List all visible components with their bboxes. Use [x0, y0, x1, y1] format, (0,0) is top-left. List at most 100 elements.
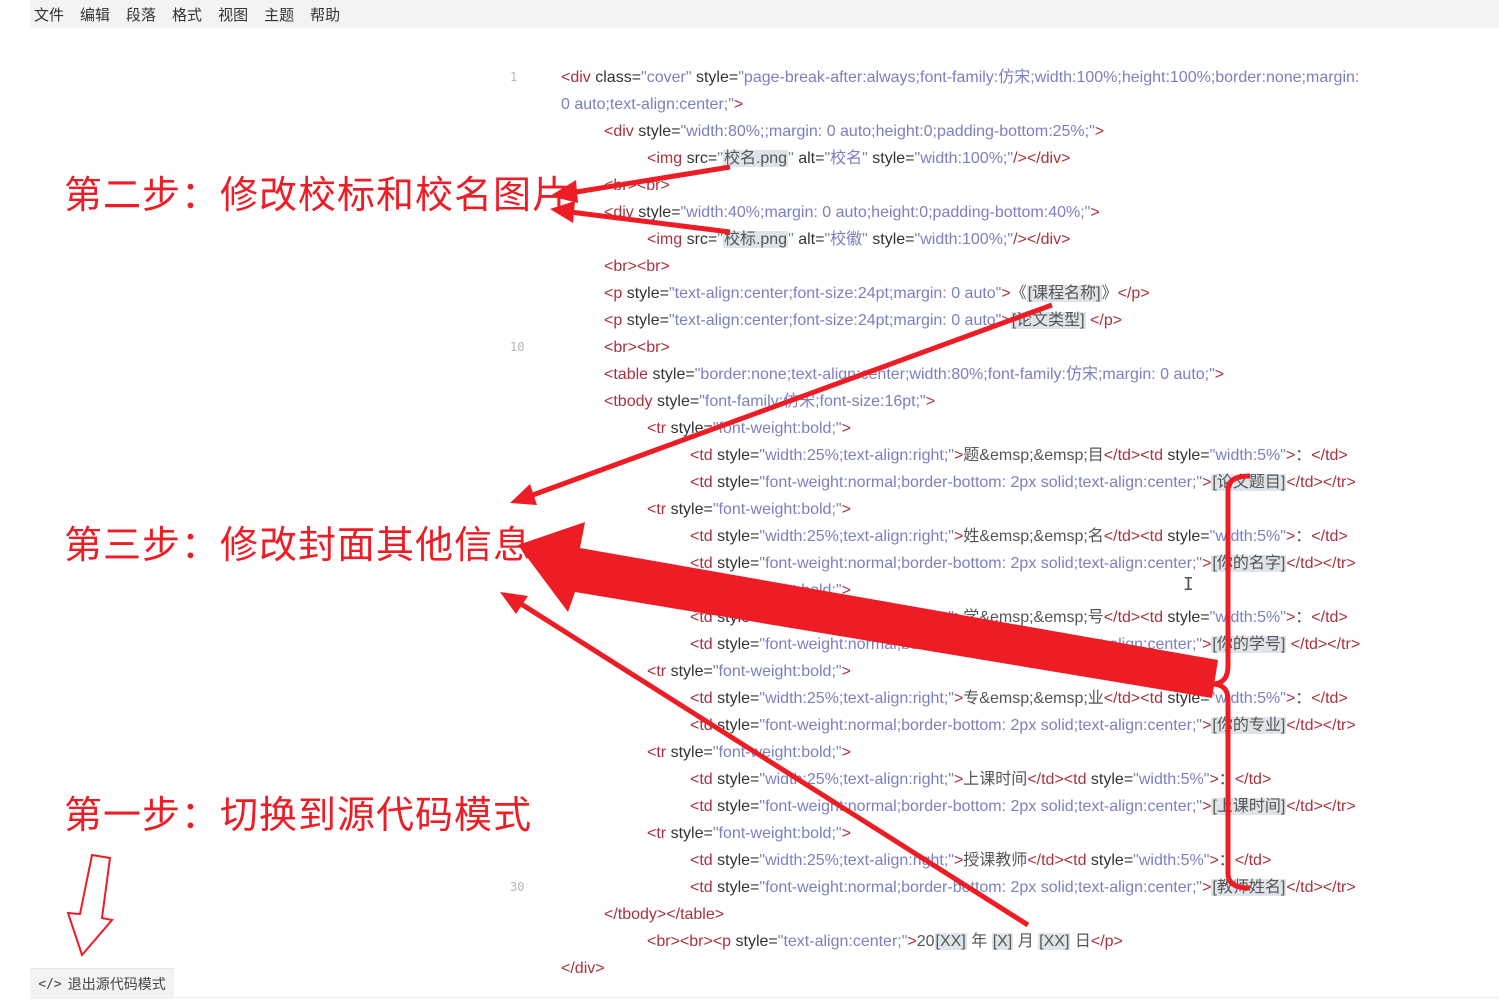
code-token: <td: [690, 798, 718, 815]
code-text: <td style="width:25%;text-align:right;">…: [690, 442, 1348, 469]
code-token: style=: [717, 771, 760, 788]
code-token: <td: [690, 555, 718, 572]
code-token: style=: [652, 366, 695, 383]
menu-format[interactable]: 格式: [172, 4, 202, 25]
code-text: <p style="text-align:center;font-size:24…: [604, 280, 1150, 307]
code-token: "width:25%;text-align:right;": [759, 528, 954, 545]
placeholder-token: 校标.png: [722, 231, 789, 248]
code-token: "width:40%;margin: 0 auto;height:0;paddi…: [680, 204, 1091, 221]
code-token: style=: [872, 150, 915, 167]
code-token: >: [953, 852, 964, 869]
code-token: style=: [717, 447, 760, 464]
code-token: "text-align:center;": [777, 933, 908, 950]
code-text: <p style="text-align:center;font-size:24…: [604, 307, 1122, 334]
code-token: "width:25%;text-align:right;": [759, 690, 954, 707]
code-token: </p>: [1085, 312, 1123, 329]
code-text: <td style="width:25%;text-align:right;">…: [690, 685, 1348, 712]
code-token: <tr: [647, 501, 671, 518]
code-text: <br><br>: [604, 253, 670, 280]
code-text: <td style="font-weight:normal;border-bot…: [690, 874, 1356, 901]
code-token: style=: [1167, 528, 1210, 545]
code-token: alt=: [798, 231, 825, 248]
code-token: "font-weight:normal;border-bottom: 2px s…: [759, 555, 1203, 572]
code-token: "font-weight:bold;": [712, 582, 842, 599]
code-token: "width:25%;text-align:right;": [759, 447, 954, 464]
code-token: "page-break-after:always;font-family:仿宋;…: [738, 69, 1360, 86]
code-token: </td><td: [1103, 609, 1168, 626]
code-token: </td>: [1311, 609, 1348, 626]
placeholder-token: [XX]: [934, 933, 967, 950]
placeholder-token: [教师姓名]: [1211, 879, 1287, 896]
code-token: >: [1001, 312, 1011, 329]
code-token: 专&emsp;&emsp;业: [963, 690, 1104, 707]
code-token: "font-weight:bold;": [712, 663, 842, 680]
code-token: >: [1094, 123, 1105, 140]
code-token: style=: [638, 123, 681, 140]
code-token: >: [1209, 771, 1219, 788]
code-token: <br><br>: [604, 258, 670, 275]
code-text: <img src="校名.png" alt="校名" style="width:…: [647, 145, 1070, 172]
code-text: <tr style="font-weight:bold;">: [647, 658, 851, 685]
code-token: class=: [595, 69, 642, 86]
code-token: >: [1090, 204, 1100, 221]
placeholder-token: [上课时间]: [1211, 798, 1287, 815]
placeholder-token: [XX]: [1038, 933, 1071, 950]
menu-paragraph[interactable]: 段落: [126, 4, 156, 25]
placeholder-token: [论文题目]: [1211, 474, 1287, 491]
placeholder-token: [你的名字]: [1211, 555, 1287, 572]
code-token: style=: [717, 717, 760, 734]
code-token: <tr: [647, 825, 671, 842]
menu-view[interactable]: 视图: [218, 4, 248, 25]
code-token: "text-align:center;font-size:24pt;margin…: [668, 285, 1002, 302]
line-number: 30: [510, 880, 525, 894]
code-token: >: [1285, 609, 1296, 626]
code-token: >: [1285, 690, 1296, 707]
exit-source-mode-button[interactable]: </> 退出源代码模式: [30, 968, 174, 999]
code-token: "width:100%;": [914, 231, 1014, 248]
hollow-down-arrow: [66, 853, 114, 957]
code-token: ": [788, 231, 799, 248]
code-token: "校名": [824, 150, 873, 167]
code-token: 姓&emsp;&emsp;名: [963, 528, 1104, 545]
code-text: <td style="font-weight:normal;border-bot…: [690, 712, 1356, 739]
code-text: </tbody></table>: [604, 901, 724, 928]
menu-edit[interactable]: 编辑: [80, 4, 110, 25]
code-token: style=: [626, 312, 669, 329]
code-token: >: [953, 690, 964, 707]
code-token: >: [841, 663, 851, 680]
code-token: <td: [690, 879, 718, 896]
code-token: style=: [1167, 447, 1210, 464]
status-bar: </> 退出源代码模式: [0, 968, 1499, 1002]
code-token: 月: [1013, 933, 1039, 950]
code-token: src=: [686, 150, 718, 167]
code-token: "font-weight:normal;border-bottom: 2px s…: [759, 636, 1203, 653]
annotation-step2: 第二步：修改校标和校名图片: [64, 173, 572, 217]
code-token: "width:25%;text-align:right;": [759, 609, 954, 626]
code-token: <td: [690, 717, 718, 734]
code-token: </td>: [1311, 690, 1348, 707]
code-token: <br><br><p: [647, 933, 736, 950]
code-text: <td style="font-weight:normal;border-bot…: [690, 469, 1356, 496]
code-token: <img: [647, 231, 687, 248]
menu-theme[interactable]: 主题: [264, 4, 294, 25]
code-token: 0 auto;text-align:center;": [561, 96, 734, 113]
code-token: style=: [1167, 609, 1210, 626]
code-token: style=: [670, 582, 713, 599]
code-text: <br><br>: [604, 334, 670, 361]
code-token: </td><td: [1027, 852, 1091, 869]
menu-file[interactable]: 文件: [34, 4, 64, 25]
code-token: 日: [1070, 933, 1091, 950]
code-text: <td style="font-weight:normal;border-bot…: [690, 631, 1360, 658]
code-text: <td style="width:25%;text-align:right;">…: [690, 847, 1271, 874]
code-token: </td><td: [1103, 447, 1168, 464]
status-divider: [174, 997, 1499, 998]
code-token: <td: [690, 474, 718, 491]
code-token: "width:5%": [1209, 609, 1286, 626]
placeholder-token: [课程名称]: [1026, 285, 1102, 302]
code-token: 《: [1010, 285, 1027, 302]
code-token: 上课时间: [963, 771, 1028, 788]
code-token: style=: [670, 501, 713, 518]
menu-help[interactable]: 帮助: [310, 4, 340, 25]
code-text: <br><br>: [604, 172, 670, 199]
code-text: <img src="校标.png" alt="校徽" style="width:…: [647, 226, 1070, 253]
